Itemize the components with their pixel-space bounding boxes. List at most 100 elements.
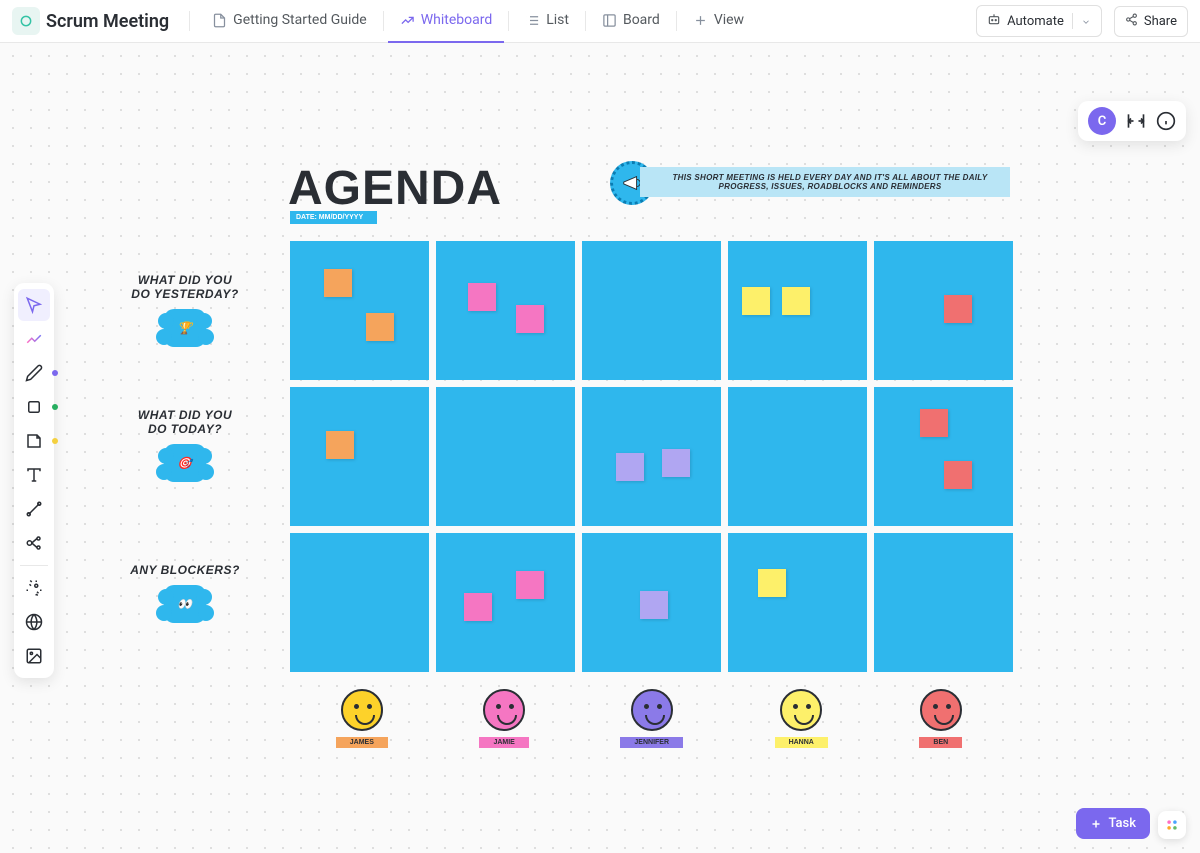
automate-button[interactable]: Automate xyxy=(976,5,1102,37)
agenda-date[interactable]: DATE: MM/DD/YYYY xyxy=(290,211,377,224)
sticky-note[interactable] xyxy=(944,295,972,323)
tab-label: Getting Started Guide xyxy=(233,12,367,28)
tab-label: List xyxy=(546,12,569,28)
scrum-grid xyxy=(290,241,1013,672)
tab-list[interactable]: List xyxy=(513,0,581,43)
person-name: JAMIE xyxy=(479,737,528,748)
tool-image[interactable] xyxy=(18,640,50,672)
person[interactable]: JAMES xyxy=(336,689,388,748)
row-label-blockers[interactable]: ANY BLOCKERS? 👀 xyxy=(110,563,260,623)
automate-label: Automate xyxy=(1007,14,1064,29)
task-label: Task xyxy=(1108,816,1136,831)
person[interactable]: HANNA xyxy=(775,689,828,748)
divider xyxy=(676,11,677,31)
new-task-button[interactable]: Task xyxy=(1076,808,1150,839)
space-icon[interactable] xyxy=(12,7,40,35)
grid-cell[interactable] xyxy=(582,387,721,526)
sticky-note[interactable] xyxy=(616,453,644,481)
sticky-note[interactable] xyxy=(516,571,544,599)
sticky-note[interactable] xyxy=(468,283,496,311)
grid-cell[interactable] xyxy=(728,387,867,526)
tool-shape[interactable] xyxy=(18,391,50,423)
sticky-note[interactable] xyxy=(742,287,770,315)
info-icon[interactable] xyxy=(1156,111,1176,131)
person[interactable]: JENNIFER xyxy=(620,689,683,748)
eyes-icon: 👀 xyxy=(164,585,206,623)
sticky-note[interactable] xyxy=(662,449,690,477)
person-face xyxy=(631,689,673,731)
page-title[interactable]: Scrum Meeting xyxy=(46,11,169,32)
agenda-title[interactable]: AGENDA xyxy=(288,161,502,216)
grid-cell[interactable] xyxy=(436,387,575,526)
canvas-controls: C xyxy=(1078,101,1186,141)
tool-ai[interactable] xyxy=(18,323,50,355)
people-row: JAMES JAMIE JENNIFER HANNA BEN xyxy=(290,689,1008,748)
person[interactable]: JAMIE xyxy=(479,689,528,748)
person-name: JAMES xyxy=(336,737,388,748)
tool-magic[interactable] xyxy=(18,572,50,604)
grid-cell[interactable] xyxy=(290,241,429,380)
person-name: JENNIFER xyxy=(620,737,683,748)
person-name: BEN xyxy=(919,737,962,748)
row-label-yesterday[interactable]: WHAT DID YOU DO YESTERDAY? 🏆 xyxy=(110,273,260,347)
tool-select[interactable] xyxy=(18,289,50,321)
tool-web[interactable] xyxy=(18,606,50,638)
grid-cell[interactable] xyxy=(874,533,1013,672)
tab-label: Board xyxy=(623,12,660,28)
person-name: HANNA xyxy=(775,737,828,748)
grid-cell[interactable] xyxy=(582,241,721,380)
share-icon xyxy=(1125,13,1138,30)
chevron-down-icon[interactable] xyxy=(1081,16,1091,26)
tool-pen[interactable] xyxy=(18,357,50,389)
header: Scrum Meeting Getting Started Guide Whit… xyxy=(0,0,1200,43)
sticky-note[interactable] xyxy=(324,269,352,297)
avatar[interactable]: C xyxy=(1088,107,1116,135)
fit-width-icon[interactable] xyxy=(1126,111,1146,131)
tab-whiteboard[interactable]: Whiteboard xyxy=(388,0,505,43)
grid-cell[interactable] xyxy=(874,241,1013,380)
tool-mindmap[interactable] xyxy=(18,527,50,559)
share-label: Share xyxy=(1144,14,1177,29)
tab-label: Whiteboard xyxy=(421,12,493,28)
trophy-icon: 🏆 xyxy=(164,309,206,347)
grid-cell[interactable] xyxy=(728,241,867,380)
agenda-description[interactable]: THIS SHORT MEETING IS HELD EVERY DAY AND… xyxy=(640,167,1010,197)
sticky-note[interactable] xyxy=(326,431,354,459)
robot-icon xyxy=(987,12,1001,30)
grid-cell[interactable] xyxy=(436,533,575,672)
person-face xyxy=(341,689,383,731)
person-face xyxy=(920,689,962,731)
person-face xyxy=(780,689,822,731)
grid-cell[interactable] xyxy=(874,387,1013,526)
whiteboard-canvas[interactable]: C AGENDA DATE: MM/DD/YYYY THIS SHORT MEE… xyxy=(0,43,1200,853)
share-button[interactable]: Share xyxy=(1114,6,1188,37)
tab-getting-started[interactable]: Getting Started Guide xyxy=(200,0,379,43)
sticky-note[interactable] xyxy=(464,593,492,621)
tab-board[interactable]: Board xyxy=(590,0,672,43)
grid-cell[interactable] xyxy=(290,387,429,526)
sticky-note[interactable] xyxy=(944,461,972,489)
row-label-today[interactable]: WHAT DID YOU DO TODAY? 🎯 xyxy=(110,408,260,482)
board-icon xyxy=(602,13,617,28)
tool-text[interactable] xyxy=(18,459,50,491)
apps-button[interactable] xyxy=(1158,811,1186,839)
tool-sticky[interactable] xyxy=(18,425,50,457)
person-face xyxy=(483,689,525,731)
sticky-note[interactable] xyxy=(640,591,668,619)
sticky-note[interactable] xyxy=(758,569,786,597)
sticky-note[interactable] xyxy=(366,313,394,341)
sticky-note[interactable] xyxy=(516,305,544,333)
tab-label: View xyxy=(714,12,744,28)
grid-cell[interactable] xyxy=(436,241,575,380)
person[interactable]: BEN xyxy=(919,689,962,748)
tab-add-view[interactable]: View xyxy=(681,0,756,43)
grid-cell[interactable] xyxy=(290,533,429,672)
view-tabs: Getting Started Guide Whiteboard List Bo… xyxy=(200,0,756,43)
sticky-note[interactable] xyxy=(920,409,948,437)
grid-cell[interactable] xyxy=(582,533,721,672)
target-icon: 🎯 xyxy=(164,444,206,482)
whiteboard-icon xyxy=(400,13,415,28)
grid-cell[interactable] xyxy=(728,533,867,672)
sticky-note[interactable] xyxy=(782,287,810,315)
tool-connector[interactable] xyxy=(18,493,50,525)
